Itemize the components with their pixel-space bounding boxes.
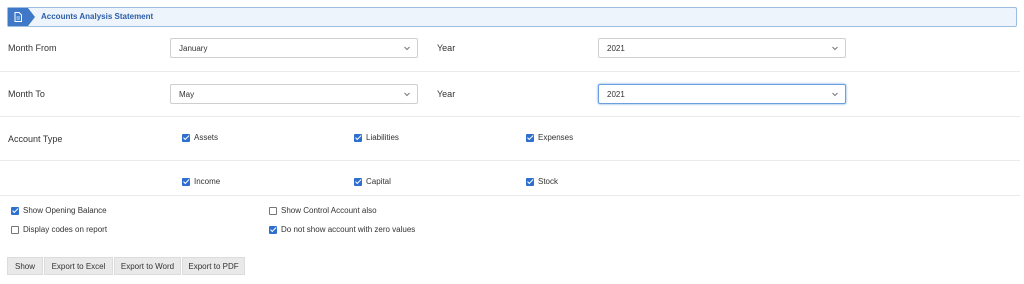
hide-zero-values-label: Do not show account with zero values [281, 225, 416, 234]
checkbox-capital[interactable]: Capital [354, 177, 391, 186]
year-to-select[interactable]: 2021 [598, 84, 846, 104]
chevron-down-icon [832, 92, 838, 97]
month-to-select[interactable]: May [170, 84, 418, 104]
checkbox-income[interactable]: Income [182, 177, 220, 186]
checkbox-income-label: Income [194, 177, 221, 186]
header-icon-box [8, 8, 35, 26]
chevron-down-icon [832, 46, 838, 51]
display-codes-label: Display codes on report [23, 225, 108, 234]
checkbox-box[interactable] [11, 225, 19, 234]
year-from-select[interactable]: 2021 [598, 38, 846, 58]
show-control-account-label: Show Control Account also [281, 206, 377, 215]
row-divider [0, 71, 1020, 72]
row-divider [0, 160, 1020, 161]
checkbox-box[interactable] [182, 177, 190, 186]
checkbox-show-opening-balance[interactable]: Show Opening Balance [11, 206, 107, 215]
document-icon [14, 12, 22, 22]
checkbox-liabilities[interactable]: Liabilities [354, 133, 399, 142]
year-from-label: Year [437, 43, 456, 53]
checkbox-stock-label: Stock [538, 177, 559, 186]
checkbox-box[interactable] [354, 133, 362, 142]
checkbox-box[interactable] [269, 206, 277, 215]
checkbox-show-control-account[interactable]: Show Control Account also [269, 206, 377, 215]
page-title: Accounts Analysis Statement [41, 12, 154, 21]
month-to-value: May [179, 90, 195, 99]
checkbox-stock[interactable]: Stock [526, 177, 558, 186]
checkbox-box[interactable] [526, 177, 534, 186]
row-divider [0, 195, 1020, 196]
checkbox-box[interactable] [526, 133, 534, 142]
month-from-label: Month From [8, 43, 57, 53]
checkbox-capital-label: Capital [366, 177, 391, 186]
page-header: Accounts Analysis Statement [7, 7, 1017, 27]
month-from-select[interactable]: January [170, 38, 418, 58]
checkbox-hide-zero-values[interactable]: Do not show account with zero values [269, 225, 415, 234]
export-word-button[interactable]: Export to Word [114, 257, 181, 275]
export-excel-button[interactable]: Export to Excel [44, 257, 113, 275]
checkbox-assets[interactable]: Assets [182, 133, 218, 142]
checkbox-box[interactable] [11, 206, 19, 215]
year-from-value: 2021 [607, 44, 625, 53]
row-divider [0, 116, 1020, 117]
checkbox-expenses-label: Expenses [538, 133, 574, 142]
checkbox-box[interactable] [354, 177, 362, 186]
account-type-label: Account Type [8, 134, 63, 144]
show-opening-balance-label: Show Opening Balance [23, 206, 107, 215]
checkbox-assets-label: Assets [194, 133, 219, 142]
checkbox-display-codes[interactable]: Display codes on report [11, 225, 107, 234]
chevron-down-icon [404, 92, 410, 97]
checkbox-box[interactable] [182, 133, 190, 142]
month-from-value: January [179, 44, 208, 53]
month-to-label: Month To [8, 89, 45, 99]
year-to-value: 2021 [607, 90, 625, 99]
show-button[interactable]: Show [7, 257, 43, 275]
chevron-down-icon [404, 46, 410, 51]
checkbox-box[interactable] [269, 225, 277, 234]
checkbox-expenses[interactable]: Expenses [526, 133, 573, 142]
year-to-label: Year [437, 89, 456, 99]
export-pdf-button[interactable]: Export to PDF [182, 257, 245, 275]
checkbox-liabilities-label: Liabilities [366, 133, 399, 142]
